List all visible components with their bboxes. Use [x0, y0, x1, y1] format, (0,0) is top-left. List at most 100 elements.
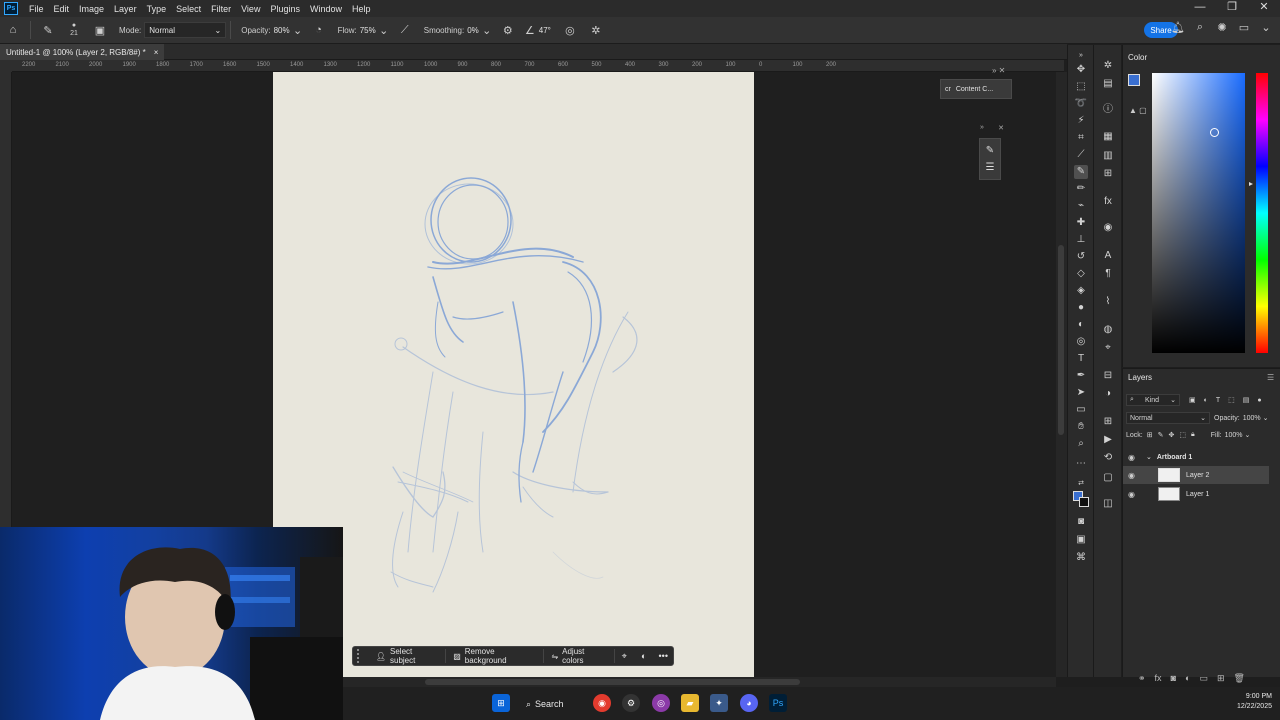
- close-icon[interactable]: ✕: [998, 124, 1004, 132]
- menu-edit[interactable]: Edit: [49, 4, 75, 14]
- paragraph-icon[interactable]: ¶: [1101, 267, 1115, 281]
- color-saturation-field[interactable]: [1152, 73, 1245, 353]
- paint-bucket-icon[interactable]: ◈: [1074, 284, 1088, 298]
- panel-close-icon[interactable]: » ✕: [992, 66, 1005, 75]
- gradients-icon[interactable]: ▥: [1101, 149, 1115, 163]
- more-tools-icon[interactable]: ⋯: [1074, 457, 1088, 471]
- fill-value[interactable]: 100%: [1225, 432, 1243, 439]
- chrome-icon[interactable]: ◉: [593, 694, 611, 712]
- comments-icon[interactable]: ▢: [1101, 471, 1115, 485]
- drag-handle[interactable]: [357, 649, 365, 663]
- angle-value[interactable]: 47°: [539, 26, 551, 35]
- lock-all-icon[interactable]: 🔒︎: [1191, 431, 1195, 439]
- filter-smart-object-icon[interactable]: ▤: [1243, 396, 1250, 404]
- lock-artboard-icon[interactable]: ⬚: [1179, 431, 1186, 439]
- flow-value[interactable]: 75%: [360, 26, 376, 35]
- pen-tool-icon[interactable]: ✒︎: [1074, 369, 1088, 383]
- menu-view[interactable]: View: [236, 4, 265, 14]
- brush-settings-icon[interactable]: ▣: [91, 21, 109, 39]
- artboard-row[interactable]: ◉ ⌄ Artboard 1: [1123, 448, 1269, 466]
- zoom-tool-icon[interactable]: ⌕: [1074, 437, 1088, 451]
- chevron-down-icon[interactable]: ⌄: [1258, 21, 1274, 38]
- adjustment-layer-icon[interactable]: ◐: [1185, 673, 1190, 684]
- more-options-button[interactable]: •••: [654, 651, 674, 661]
- background-color-swatch[interactable]: [1079, 497, 1089, 507]
- color-picker-ring[interactable]: [1210, 128, 1219, 137]
- path-select-icon[interactable]: ➤: [1074, 386, 1088, 400]
- history-icon[interactable]: ⟲: [1101, 451, 1115, 465]
- patterns-icon[interactable]: ⊞: [1101, 167, 1115, 181]
- photoshop-taskbar-icon[interactable]: Ps: [769, 694, 787, 712]
- collapse-icon[interactable]: »: [980, 124, 984, 132]
- sliders-icon[interactable]: ☰: [986, 162, 995, 173]
- layer-filter-dropdown[interactable]: ⌕ Kind ⌄: [1126, 394, 1180, 406]
- collapse-icon[interactable]: »: [1074, 49, 1088, 63]
- character-icon[interactable]: A: [1101, 249, 1115, 263]
- layer-row-layer-2[interactable]: ◉ Layer 2: [1123, 466, 1269, 484]
- hue-slider-handle[interactable]: [1249, 182, 1253, 186]
- symmetry-icon[interactable]: ✲: [587, 21, 605, 39]
- pencil-tool-icon[interactable]: ✏︎: [1074, 182, 1088, 196]
- menu-window[interactable]: Window: [305, 4, 347, 14]
- new-layer-icon[interactable]: ⊞: [1217, 673, 1225, 684]
- blend-mode-dropdown[interactable]: Normal ⌄: [1126, 412, 1210, 424]
- pressure-size-icon[interactable]: ◎: [561, 21, 579, 39]
- generative-icon[interactable]: ⌘: [1074, 551, 1088, 565]
- paths-icon[interactable]: ⌖: [1101, 341, 1115, 355]
- hue-slider[interactable]: [1256, 73, 1268, 353]
- chevron-down-icon[interactable]: ⌄: [293, 21, 302, 39]
- styles-icon[interactable]: fx: [1101, 195, 1115, 209]
- home-icon[interactable]: ⌂: [4, 21, 22, 39]
- swatches-icon[interactable]: ▦: [1101, 130, 1115, 144]
- eraser-tool-icon[interactable]: ◇: [1074, 267, 1088, 281]
- actions-icon[interactable]: ▶: [1101, 433, 1115, 447]
- airbrush-icon[interactable]: ⟋: [396, 21, 414, 39]
- brush-tool-icon[interactable]: ✎: [39, 21, 57, 39]
- layer-style-icon[interactable]: fx: [1155, 673, 1162, 684]
- visibility-eye-icon[interactable]: ◉: [1128, 471, 1138, 480]
- mode-dropdown[interactable]: Normal ⌄: [144, 22, 227, 38]
- artboard-canvas[interactable]: [273, 72, 754, 677]
- visibility-eye-icon[interactable]: ◉: [1128, 453, 1138, 462]
- file-explorer-icon[interactable]: ▰: [681, 694, 699, 712]
- quick-mask-icon[interactable]: ◙: [1074, 515, 1088, 529]
- content-credentials-panel[interactable]: cr Content C...: [940, 79, 1012, 99]
- close-button[interactable]: ✕: [1248, 0, 1280, 17]
- filter-pixel-icon[interactable]: ▣: [1189, 396, 1196, 404]
- lock-position-icon[interactable]: ✥: [1168, 431, 1174, 439]
- mask-icon[interactable]: ◐: [634, 651, 654, 661]
- libraries-icon[interactable]: ▤: [1101, 77, 1115, 91]
- filter-toggle-icon[interactable]: ●: [1257, 397, 1261, 404]
- swap-colors-icon[interactable]: ⇄: [1074, 477, 1088, 491]
- menu-layer[interactable]: Layer: [109, 4, 142, 14]
- select-subject-button[interactable]: 👤︎ Select subject: [369, 647, 447, 665]
- history-brush-icon[interactable]: ↺: [1074, 250, 1088, 264]
- move-tool-icon[interactable]: ✥: [1074, 63, 1088, 77]
- filter-shape-icon[interactable]: ⬚: [1228, 396, 1235, 404]
- taskbar-search[interactable]: ⌕ Search: [526, 694, 564, 714]
- lock-transparent-icon[interactable]: ⊞: [1147, 431, 1153, 439]
- foreground-color-swatch[interactable]: [1128, 74, 1140, 86]
- menu-filter[interactable]: Filter: [206, 4, 236, 14]
- chevron-down-icon[interactable]: ⌄: [1263, 414, 1269, 422]
- menu-select[interactable]: Select: [171, 4, 206, 14]
- lock-pixels-icon[interactable]: ✎: [1158, 431, 1164, 439]
- search-icon[interactable]: ⌕: [1192, 21, 1208, 38]
- layer-opacity-value[interactable]: 100%: [1243, 415, 1261, 422]
- lasso-tool-icon[interactable]: ➰: [1074, 97, 1088, 111]
- healing-brush-icon[interactable]: ✚: [1074, 216, 1088, 230]
- close-icon[interactable]: ×: [154, 48, 159, 57]
- filter-adjustment-icon[interactable]: ◐: [1204, 397, 1208, 404]
- magic-wand-icon[interactable]: ⚡︎: [1074, 114, 1088, 128]
- blur-tool-icon[interactable]: ●: [1074, 301, 1088, 315]
- clone-source-icon[interactable]: ◍: [1101, 323, 1115, 337]
- brush-tool-icon[interactable]: ✎: [1074, 165, 1088, 179]
- channels-icon[interactable]: ◉: [1101, 221, 1115, 235]
- properties-icon[interactable]: ⊟: [1101, 369, 1115, 383]
- settings-app-icon[interactable]: ✦: [710, 694, 728, 712]
- menu-file[interactable]: File: [24, 4, 49, 14]
- windows-start-icon[interactable]: ⊞: [492, 694, 510, 712]
- artboard-tool-icon[interactable]: ⬚: [1074, 80, 1088, 94]
- brushes-icon[interactable]: ⌇: [1101, 295, 1115, 309]
- mixer-brush-icon[interactable]: ⌁: [1074, 199, 1088, 213]
